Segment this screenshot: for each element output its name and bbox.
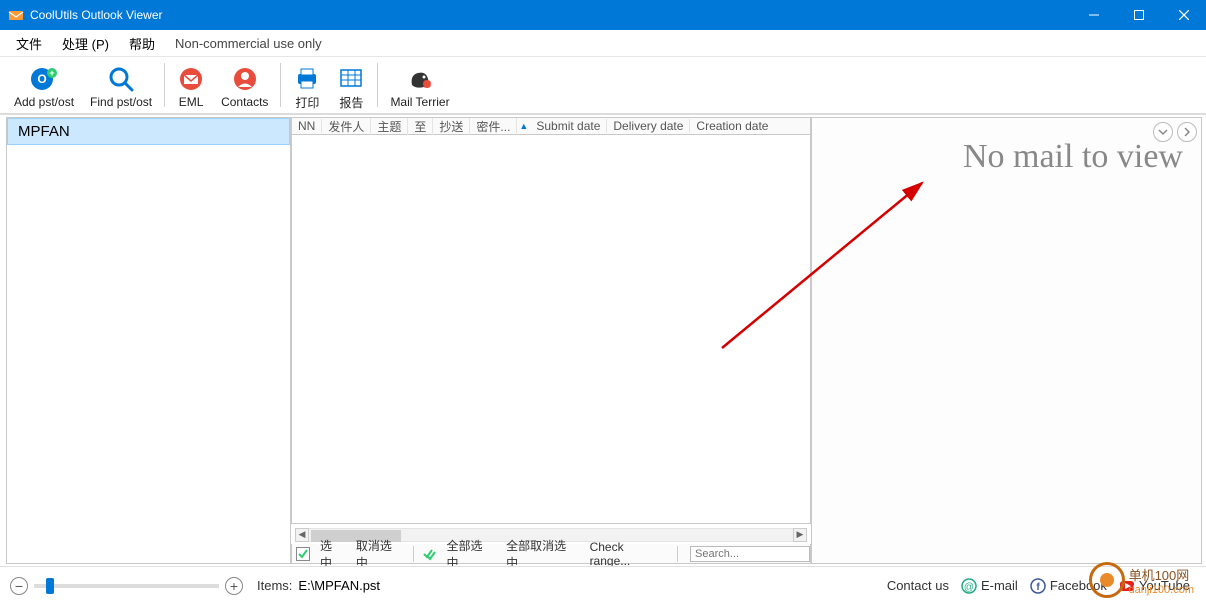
folder-item-mpfan[interactable]: MPFAN (7, 118, 290, 145)
menubar: 文件 处理 (P) 帮助 Non-commercial use only (0, 30, 1206, 56)
check-range-button[interactable]: Check range... (584, 540, 673, 568)
report-icon (337, 64, 365, 92)
at-icon: @ (961, 578, 977, 594)
folder-sidebar: MPFAN (6, 117, 291, 564)
message-list-body (291, 135, 811, 524)
zoom-out-button[interactable]: − (10, 577, 28, 595)
window-title: CoolUtils Outlook Viewer (30, 8, 1071, 22)
svg-text:f: f (1036, 582, 1040, 593)
contacts-label: Contacts (221, 95, 268, 109)
contacts-icon (231, 65, 259, 93)
mail-terrier-label: Mail Terrier (390, 95, 449, 109)
dog-icon (406, 65, 434, 93)
email-link[interactable]: @ E-mail (961, 578, 1018, 594)
email-label: E-mail (981, 578, 1018, 593)
report-label: 报告 (339, 94, 363, 111)
main-area: MPFAN NN 发件人 主题 至 抄送 密件... ▲ Submit date… (0, 114, 1206, 566)
svg-text:+: + (49, 68, 54, 78)
footer-separator (677, 546, 678, 562)
toolbar-separator (280, 63, 281, 107)
footer-separator (413, 546, 414, 562)
zoom-handle[interactable] (46, 578, 54, 594)
close-button[interactable] (1161, 0, 1206, 30)
svg-text:@: @ (964, 582, 974, 593)
col-to[interactable]: 至 (408, 118, 433, 135)
col-bcc[interactable]: 密件... (470, 118, 517, 135)
toolbar: O+ Add pst/ost Find pst/ost EML Contacts… (0, 56, 1206, 114)
items-path: E:\MPFAN.pst (298, 578, 380, 593)
svg-text:O: O (37, 72, 46, 86)
eml-label: EML (179, 95, 204, 109)
toolbar-separator (377, 63, 378, 107)
add-pst-button[interactable]: O+ Add pst/ost (6, 57, 82, 113)
license-label: Non-commercial use only (165, 33, 332, 54)
print-button[interactable]: 打印 (285, 57, 329, 113)
youtube-link[interactable]: YouTube (1119, 578, 1190, 594)
zoom-in-button[interactable]: + (225, 577, 243, 595)
col-nn[interactable]: NN (292, 119, 322, 133)
toolbar-separator (164, 63, 165, 107)
outlook-add-icon: O+ (30, 65, 58, 93)
print-label: 打印 (295, 94, 319, 111)
mail-terrier-button[interactable]: Mail Terrier (382, 57, 457, 113)
col-subject[interactable]: 主题 (371, 118, 408, 135)
maximize-button[interactable] (1116, 0, 1161, 30)
items-label: Items: (257, 578, 292, 593)
minimize-button[interactable] (1071, 0, 1116, 30)
col-cc[interactable]: 抄送 (433, 118, 470, 135)
menu-help[interactable]: 帮助 (119, 31, 165, 56)
contacts-button[interactable]: Contacts (213, 57, 276, 113)
scroll-right-icon[interactable]: ▶ (793, 528, 807, 542)
print-icon (293, 64, 321, 92)
zoom-slider[interactable] (34, 584, 219, 588)
statusbar: − + Items: E:\MPFAN.pst Contact us @ E-m… (0, 566, 1206, 604)
scroll-left-icon[interactable]: ◀ (295, 528, 309, 542)
report-button[interactable]: 报告 (329, 57, 373, 113)
menu-process[interactable]: 处理 (P) (52, 31, 119, 56)
check-all-green-icon (422, 547, 436, 561)
youtube-icon (1119, 578, 1135, 594)
find-pst-button[interactable]: Find pst/ost (82, 57, 160, 113)
col-sender[interactable]: 发件人 (322, 118, 371, 135)
check-green-icon (296, 547, 310, 561)
menu-file[interactable]: 文件 (6, 31, 52, 56)
list-footer: 选中 取消选中 全部选中 全部取消选中 Check range... (291, 544, 811, 564)
search-icon (107, 65, 135, 93)
youtube-label: YouTube (1139, 578, 1190, 593)
search-input[interactable] (690, 546, 810, 562)
column-header-row: NN 发件人 主题 至 抄送 密件... ▲ Submit date Deliv… (291, 117, 811, 135)
col-creation-date[interactable]: Creation date (690, 119, 774, 133)
eml-icon (177, 65, 205, 93)
contact-us-label: Contact us (887, 578, 949, 593)
titlebar: CoolUtils Outlook Viewer (0, 0, 1206, 30)
col-submit-date[interactable]: Submit date (530, 119, 607, 133)
sort-indicator-icon: ▲ (517, 121, 530, 131)
facebook-icon: f (1030, 578, 1046, 594)
app-icon (8, 7, 24, 23)
preview-panel: No mail to view (811, 117, 1202, 564)
add-pst-label: Add pst/ost (14, 95, 74, 109)
facebook-label: Facebook (1050, 578, 1107, 593)
message-list-panel: NN 发件人 主题 至 抄送 密件... ▲ Submit date Deliv… (291, 117, 811, 564)
eml-button[interactable]: EML (169, 57, 213, 113)
facebook-link[interactable]: f Facebook (1030, 578, 1107, 594)
find-pst-label: Find pst/ost (90, 95, 152, 109)
col-delivery-date[interactable]: Delivery date (607, 119, 690, 133)
no-mail-label: No mail to view (963, 138, 1183, 176)
